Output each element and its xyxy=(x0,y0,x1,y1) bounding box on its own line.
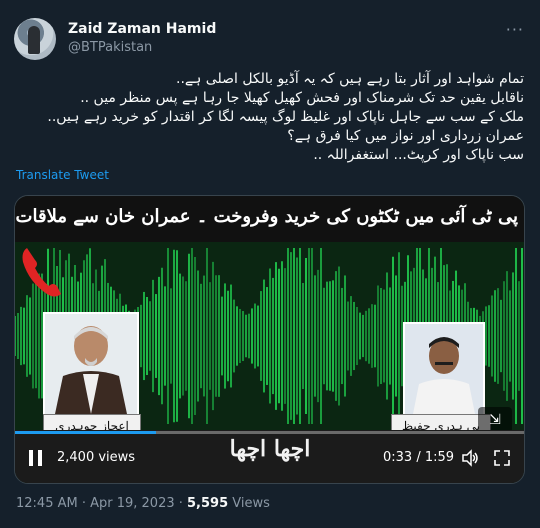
person-left-image xyxy=(45,314,137,414)
tweet-timestamp[interactable]: 12:45 AM · Apr 19, 2023 · xyxy=(16,496,187,511)
tweet-line: سب ناپاک اور کرپٹ... استغفراللہ .. xyxy=(313,147,524,163)
more-options-icon[interactable]: ··· xyxy=(506,20,524,39)
speaker-photo-left xyxy=(43,312,139,416)
video-controls: 2,400 views 0:33 / 1:59 xyxy=(15,441,524,477)
speaker-photo-right xyxy=(403,322,485,416)
pause-icon[interactable] xyxy=(29,450,43,466)
video-player[interactable]: پی ٹی آئی میں ٹکٹوں کی خرید وفروخت ۔ عمر… xyxy=(14,195,525,484)
video-banner-text: پی ٹی آئی میں ٹکٹوں کی خرید وفروخت ۔ عمر… xyxy=(15,206,518,227)
fullscreen-icon[interactable] xyxy=(493,449,511,467)
audio-waveform: اعجاز چوہدری پی ہدری حفیظ ⇲ xyxy=(15,242,524,438)
video-time: 0:33 / 1:59 xyxy=(383,450,455,465)
tweet-line: تمام شواہد اور آثار بتا رہے ہیں کہ یہ آڈ… xyxy=(176,71,524,87)
avatar-figure xyxy=(28,26,40,54)
tweet-text: تمام شواہد اور آثار بتا رہے ہیں کہ یہ آڈ… xyxy=(16,70,524,165)
avatar[interactable] xyxy=(14,18,56,60)
video-progress-fill xyxy=(15,431,156,434)
tweet-card: Zaid Zaman Hamid @BTPakistan ··· تمام شو… xyxy=(0,0,540,528)
tweet-meta: 12:45 AM · Apr 19, 2023 · 5,595 Views xyxy=(16,496,270,511)
video-banner: پی ٹی آئی میں ٹکٹوں کی خرید وفروخت ۔ عمر… xyxy=(15,196,524,242)
video-progress-bar[interactable] xyxy=(15,431,524,434)
tweet-line: ناقابل یقین حد تک شرمناک اور فحش کھیل کھ… xyxy=(80,90,524,106)
person-right-image xyxy=(405,324,483,414)
translate-tweet-link[interactable]: Translate Tweet xyxy=(16,168,109,182)
tweet-line: عمران زرداری اور نواز میں کیا فرق ہے؟ xyxy=(287,128,524,144)
author-handle[interactable]: @BTPakistan xyxy=(68,40,152,55)
tweet-line: ملک کے سب سے جاہل ناپاک اور غلیظ لوگ پیس… xyxy=(47,109,524,125)
tweet-view-count: 5,595 xyxy=(187,496,229,511)
phone-icon xyxy=(22,248,61,297)
volume-icon[interactable] xyxy=(461,449,479,467)
tweet-view-label: Views xyxy=(228,496,270,511)
video-view-count: 2,400 views xyxy=(57,450,136,465)
author-name[interactable]: Zaid Zaman Hamid xyxy=(68,21,216,37)
